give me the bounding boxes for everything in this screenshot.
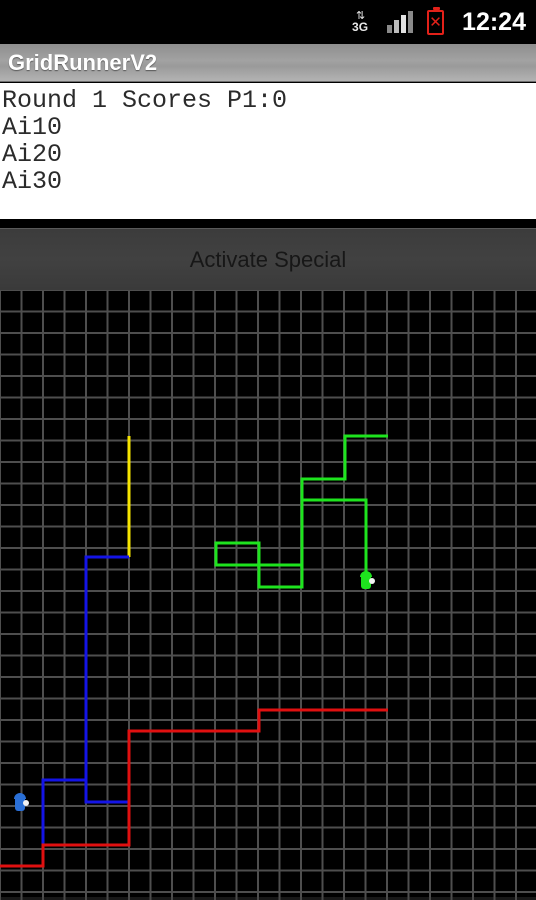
signal-bar-1 [387, 25, 393, 33]
game-board[interactable] [0, 290, 536, 900]
score-line-ai3: Ai30 [2, 167, 63, 196]
status-icon-group: ⇅ 3G ✕ 12:24 [347, 5, 526, 39]
activate-special-button[interactable]: Activate Special [0, 228, 536, 290]
ai-trail-red [0, 708, 388, 868]
player-marker-blue[interactable] [14, 793, 29, 811]
score-line-ai1: Ai10 [2, 113, 63, 142]
battery-x-glyph: ✕ [429, 12, 442, 31]
status-clock: 12:24 [462, 7, 526, 36]
signal-strength-icon [387, 11, 414, 33]
signal-bar-2 [394, 20, 400, 33]
board-trails-layer [0, 434, 388, 868]
app-title: GridRunnerV2 [8, 49, 158, 75]
status-bar: ⇅ 3G ✕ 12:24 [0, 0, 536, 44]
score-line-ai2: Ai20 [2, 140, 63, 169]
battery-error-icon: ✕ [427, 6, 445, 35]
ai-trail-green [214, 434, 388, 589]
player-highlight [369, 578, 375, 584]
network-type-label: 3G [352, 20, 369, 34]
ai-trail-blue [41, 555, 131, 847]
title-bar: GridRunnerV2 [0, 44, 536, 82]
network-3g-icon: ⇅ 3G [347, 6, 373, 38]
score-line-round: Round 1 Scores P1:0 [2, 86, 288, 115]
app-root: ⇅ 3G ✕ 12:24 GridRunnerV2 Round 1 Scores… [0, 0, 536, 900]
signal-bar-4 [408, 11, 414, 33]
score-panel: Round 1 Scores P1:0 Ai10 Ai20 Ai30 [0, 83, 536, 219]
player-highlight [23, 800, 29, 806]
signal-bar-3 [401, 15, 407, 33]
player-marker-green[interactable] [360, 571, 375, 589]
